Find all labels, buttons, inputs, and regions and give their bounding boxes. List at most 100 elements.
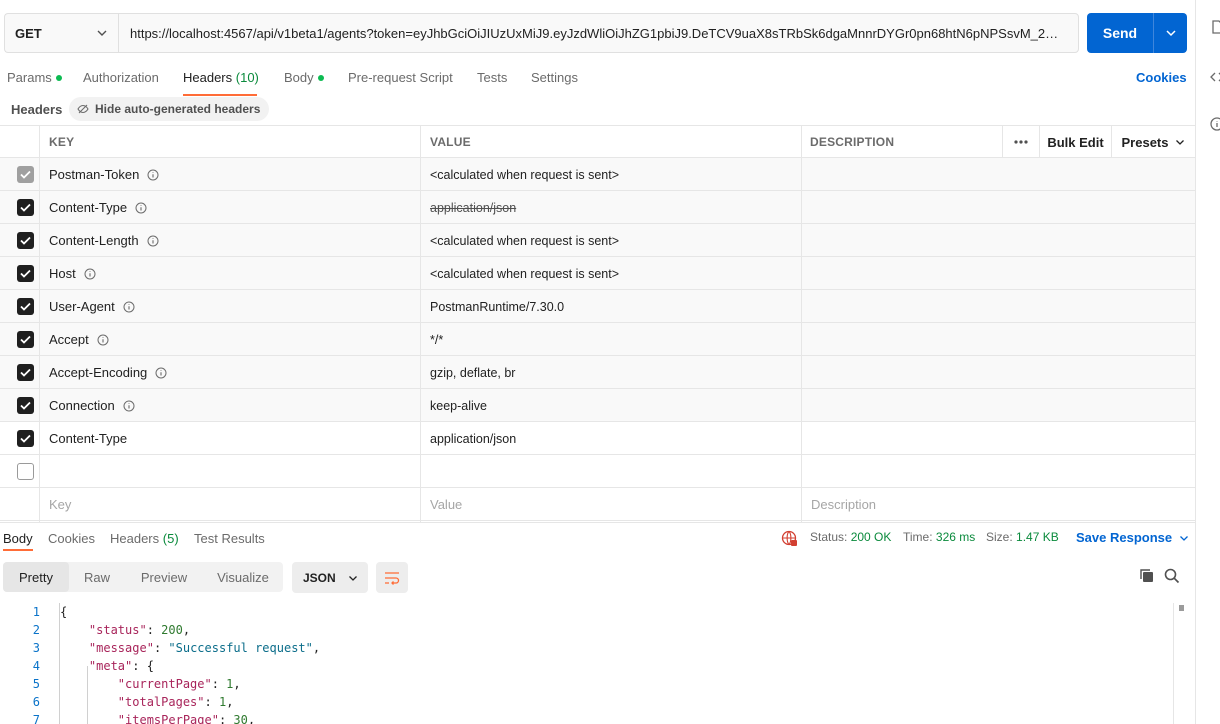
status-value: 200 OK xyxy=(850,530,892,544)
header-value[interactable]: <calculated when request is sent> xyxy=(430,158,619,191)
send-button-group: Send xyxy=(1087,13,1187,53)
key-input[interactable]: Key xyxy=(49,488,71,521)
line-number: 6 xyxy=(32,695,40,709)
tab-response-body[interactable]: Body xyxy=(3,531,33,546)
body-dot-icon xyxy=(317,74,324,81)
value-input[interactable]: Value xyxy=(430,488,462,521)
info-icon[interactable] xyxy=(84,268,96,280)
header-key[interactable]: Postman-Token xyxy=(49,158,159,191)
info-icon[interactable] xyxy=(123,301,135,313)
tab-settings[interactable]: Settings xyxy=(531,70,578,85)
header-key[interactable]: Accept-Encoding xyxy=(49,356,167,389)
row-checkbox[interactable] xyxy=(17,298,34,315)
view-preview[interactable]: Preview xyxy=(129,562,199,592)
url-text: https://localhost:4567/api/v1beta1/agent… xyxy=(130,25,1068,41)
header-value[interactable]: <calculated when request is sent> xyxy=(430,224,619,257)
more-options-button[interactable] xyxy=(1002,126,1039,158)
method-select[interactable]: GET xyxy=(4,13,118,53)
header-value[interactable]: PostmanRuntime/7.30.0 xyxy=(430,290,564,323)
tab-tests[interactable]: Tests xyxy=(477,70,507,85)
status-readout[interactable]: Status: 200 OK xyxy=(810,530,891,544)
row-checkbox[interactable] xyxy=(17,166,34,183)
editor-scrollbar[interactable] xyxy=(1173,603,1184,724)
table-row: Connection keep-alive xyxy=(0,389,1195,422)
row-checkbox[interactable] xyxy=(17,331,34,348)
info-icon[interactable] xyxy=(1210,117,1220,131)
header-key-text: Host xyxy=(49,266,76,281)
send-button[interactable]: Send xyxy=(1087,13,1154,53)
bulk-edit-button[interactable]: Bulk Edit xyxy=(1039,126,1111,158)
presets-button[interactable]: Presets xyxy=(1111,126,1195,158)
header-value[interactable]: application/json xyxy=(430,191,516,224)
response-body-editor[interactable]: 1 {2 "status": 200, 3 "message": "Successf… xyxy=(0,603,1195,724)
tab-authorization[interactable]: Authorization xyxy=(83,70,159,85)
description-input[interactable]: Description xyxy=(811,488,876,521)
divider xyxy=(39,125,40,522)
header-value[interactable]: keep-alive xyxy=(430,389,487,422)
row-checkbox[interactable] xyxy=(17,265,34,282)
wrap-lines-button[interactable] xyxy=(376,562,408,593)
header-key[interactable]: Connection xyxy=(49,389,135,422)
info-icon[interactable] xyxy=(135,202,147,214)
header-value[interactable]: application/json xyxy=(430,422,516,455)
check-icon xyxy=(20,236,31,245)
headers-table: KEY VALUE DESCRIPTION Bulk Edit Presets … xyxy=(0,125,1195,522)
row-checkbox[interactable] xyxy=(17,397,34,414)
size-readout[interactable]: Size: 1.47 KB xyxy=(986,530,1059,544)
code-line: "itemsPerPage": 30, xyxy=(117,713,256,724)
code-line: "message": "Successful request", xyxy=(88,641,321,655)
row-checkbox[interactable] xyxy=(17,199,34,216)
header-key[interactable]: Content-Type xyxy=(49,422,127,455)
header-value[interactable]: gzip, deflate, br xyxy=(430,356,515,389)
url-input[interactable]: https://localhost:4567/api/v1beta1/agent… xyxy=(118,13,1079,53)
globe-error-icon[interactable] xyxy=(781,530,798,547)
time-readout[interactable]: Time: 326 ms xyxy=(903,530,975,544)
tab-tests-label: Tests xyxy=(477,70,508,85)
info-icon[interactable] xyxy=(147,169,159,181)
tab-response-headers[interactable]: Headers (5) xyxy=(110,531,179,546)
header-key[interactable]: Accept xyxy=(49,323,109,356)
copy-icon[interactable] xyxy=(1139,568,1155,584)
format-select[interactable]: JSON xyxy=(292,562,368,593)
header-key[interactable]: User-Agent xyxy=(49,290,135,323)
hide-auto-headers-label: Hide auto-generated headers xyxy=(95,102,261,116)
tab-response-cookies[interactable]: Cookies xyxy=(48,531,95,546)
info-icon[interactable] xyxy=(123,400,135,412)
info-icon[interactable] xyxy=(147,235,159,247)
check-icon xyxy=(20,335,31,344)
row-checkbox[interactable] xyxy=(17,430,34,447)
info-icon[interactable] xyxy=(155,367,167,379)
tab-prerequest[interactable]: Pre-request Script xyxy=(348,70,453,85)
cookies-link[interactable]: Cookies xyxy=(1136,70,1187,85)
chevron-down-icon xyxy=(1180,535,1189,541)
info-icon[interactable] xyxy=(97,334,109,346)
size-value: 1.47 KB xyxy=(1016,530,1059,544)
tab-params[interactable]: Params xyxy=(7,70,62,85)
view-visualize[interactable]: Visualize xyxy=(207,562,279,592)
row-checkbox[interactable] xyxy=(17,232,34,249)
tab-headers-count: (10) xyxy=(235,70,259,85)
table-row: Content-Type application/json xyxy=(0,191,1195,224)
save-response-button[interactable]: Save Response xyxy=(1076,530,1189,545)
header-value[interactable]: */* xyxy=(430,323,443,356)
header-key[interactable]: Content-Length xyxy=(49,224,159,257)
row-checkbox[interactable] xyxy=(17,463,34,480)
tab-body[interactable]: Body xyxy=(284,70,324,85)
view-pretty[interactable]: Pretty xyxy=(3,562,69,592)
view-raw[interactable]: Raw xyxy=(73,562,121,592)
row-checkbox[interactable] xyxy=(17,364,34,381)
header-key[interactable]: Content-Type xyxy=(49,191,147,224)
col-value: VALUE xyxy=(430,135,471,149)
header-key[interactable]: Host xyxy=(49,257,96,290)
line-number: 5 xyxy=(32,677,40,691)
code-icon[interactable] xyxy=(1210,70,1220,84)
tab-headers[interactable]: Headers (10) xyxy=(183,70,259,85)
chevron-down-icon xyxy=(1165,30,1176,37)
document-icon[interactable] xyxy=(1210,20,1220,34)
search-icon[interactable] xyxy=(1164,568,1180,584)
tab-test-results[interactable]: Test Results xyxy=(194,531,265,546)
send-options-button[interactable] xyxy=(1154,13,1187,53)
hide-auto-headers-button[interactable]: Hide auto-generated headers xyxy=(69,97,270,121)
header-value[interactable]: <calculated when request is sent> xyxy=(430,257,619,290)
check-icon xyxy=(20,434,31,443)
